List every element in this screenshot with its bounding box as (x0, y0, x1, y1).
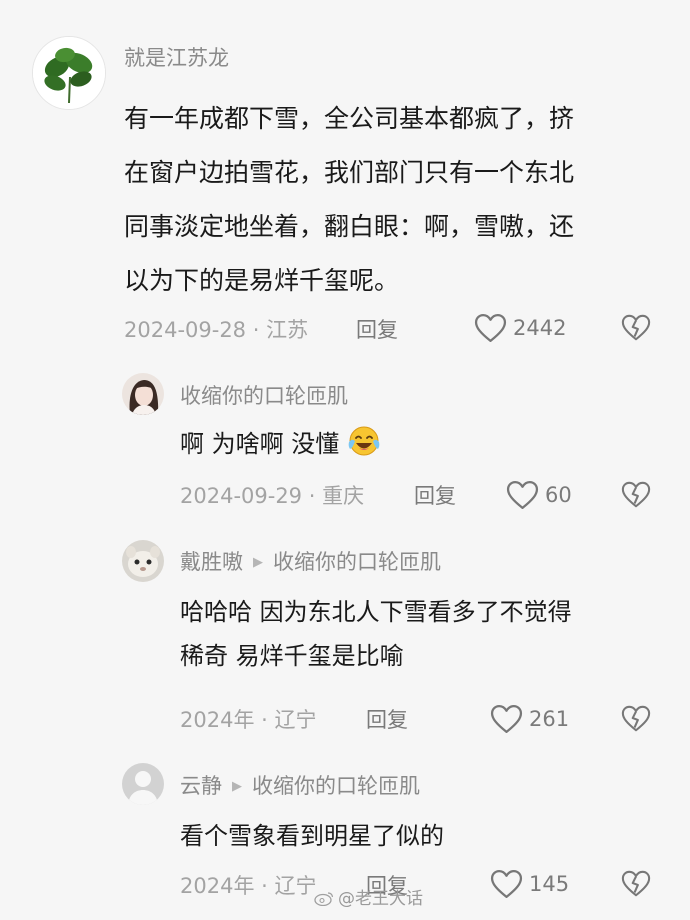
animal-avatar-icon (122, 540, 164, 582)
comment-date: 2024年 (180, 708, 255, 732)
comment-text: 啊 为啥啊 没懂 (180, 424, 381, 464)
reply-to-author: 收缩你的口轮匝肌 (273, 550, 441, 574)
reply-arrow-icon: ▶ (232, 779, 242, 794)
heart-icon (474, 313, 507, 343)
comment-text: 哈哈哈 因为东北人下雪看多了不觉得 稀奇 易烊千玺是比喻 (180, 598, 572, 670)
like-count: 145 (529, 872, 570, 896)
dislike-button[interactable] (621, 480, 651, 510)
default-user-avatar[interactable] (122, 763, 164, 805)
heart-icon (490, 869, 523, 899)
broken-heart-icon (621, 314, 651, 341)
comment-author[interactable]: 云静 ▶ 收缩你的口轮匝肌 (180, 776, 420, 797)
laughing-crying-emoji-icon (347, 424, 381, 458)
reply-to-author: 收缩你的口轮匝肌 (252, 774, 420, 798)
comment-author[interactable]: 戴胜嗷 ▶ 收缩你的口轮匝肌 (180, 552, 441, 573)
heart-icon (490, 704, 523, 734)
dislike-button[interactable] (621, 704, 651, 734)
dislike-button[interactable] (621, 869, 651, 899)
default-user-avatar-icon (122, 763, 164, 805)
comment-date: 2024-09-28 (124, 318, 247, 342)
broken-heart-icon (621, 870, 651, 897)
plant-avatar-icon (33, 37, 105, 109)
comment-location: 辽宁 (274, 874, 317, 898)
like-count: 261 (529, 707, 570, 731)
reply-author: 云静 (180, 774, 222, 798)
comment-date: 2024年 (180, 874, 255, 898)
comment-date: 2024-09-29 (180, 484, 303, 508)
comment-author[interactable]: 就是江苏龙 (124, 48, 229, 69)
broken-heart-icon (621, 481, 651, 508)
like-button[interactable]: 2442 (474, 313, 566, 344)
like-button[interactable]: 261 (490, 704, 569, 735)
reply-button[interactable]: 回复 (414, 486, 456, 507)
comment-text: 有一年成都下雪，全公司基本都疯了，挤 在窗户边拍雪花，我们部门只有一个东北 同事… (124, 104, 575, 295)
dislike-button[interactable] (621, 313, 651, 343)
meta-separator: · (261, 874, 268, 898)
comment-text: 看个雪象看到明星了似的 (180, 822, 444, 850)
comment-author[interactable]: 收缩你的口轮匝肌 (180, 386, 348, 407)
reply-button[interactable]: 回复 (356, 320, 398, 341)
reply-author: 戴胜嗷 (180, 550, 243, 574)
reply-button[interactable]: 回复 (366, 710, 408, 731)
girl-avatar[interactable] (122, 373, 164, 415)
meta-separator: · (252, 318, 260, 342)
plant-avatar[interactable] (32, 36, 106, 110)
meta-separator: · (308, 484, 316, 508)
comment-meta: 2024-09-28 · 江苏 (124, 320, 308, 341)
heart-icon (506, 480, 539, 510)
reply-arrow-icon: ▶ (253, 555, 263, 570)
animal-avatar[interactable] (122, 540, 164, 582)
like-button[interactable]: 145 (490, 869, 569, 900)
girl-avatar-icon (122, 373, 164, 415)
like-count: 60 (545, 483, 572, 507)
weibo-logo-icon (314, 891, 334, 907)
comment-meta: 2024年 · 辽宁 (180, 876, 317, 897)
comment-location: 江苏 (266, 318, 309, 342)
comment-location: 辽宁 (274, 708, 317, 732)
comment-meta: 2024-09-29 · 重庆 (180, 486, 364, 507)
like-button[interactable]: 60 (506, 480, 572, 511)
comment-meta: 2024年 · 辽宁 (180, 710, 317, 731)
meta-separator: · (261, 708, 268, 732)
comment-location: 重庆 (322, 484, 365, 508)
like-count: 2442 (513, 316, 567, 340)
watermark: @老王大话 (314, 891, 423, 908)
broken-heart-icon (621, 705, 651, 732)
